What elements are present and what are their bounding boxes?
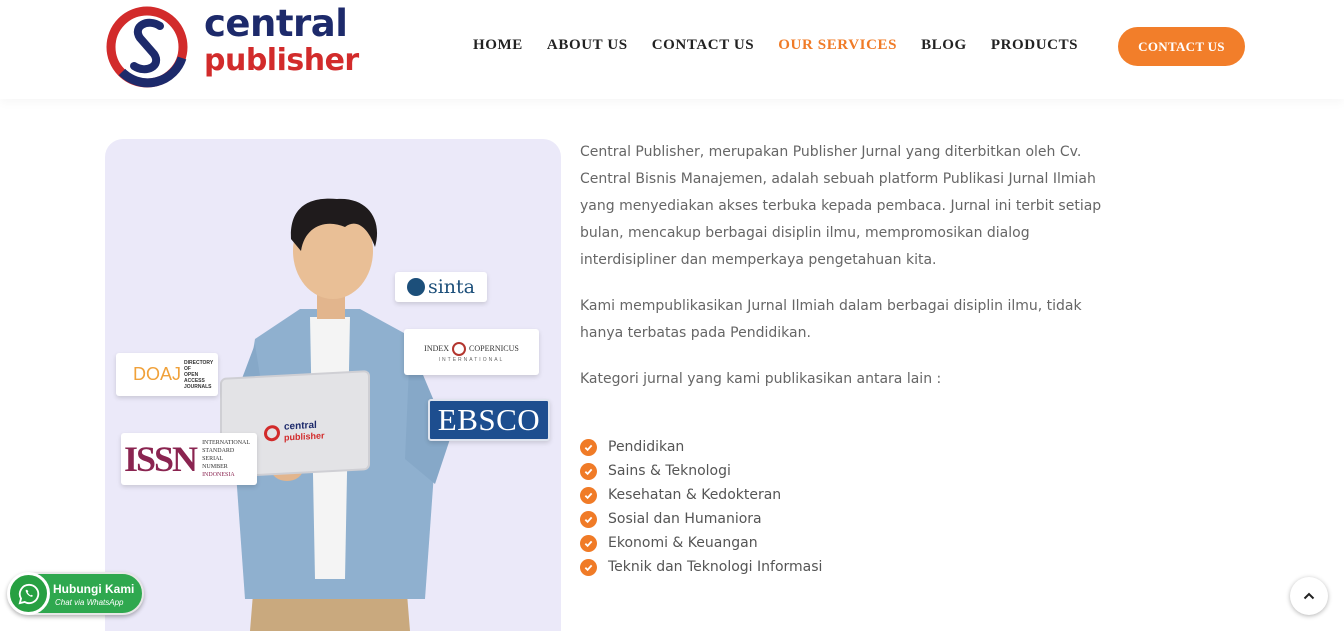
category-label: Ekonomi & Keuangan	[608, 535, 758, 551]
logo-mark-icon	[106, 6, 188, 88]
logo-line2: publisher	[204, 43, 359, 78]
sinta-label: sinta	[427, 276, 476, 298]
whatsapp-subtitle: Chat via WhatsApp	[55, 598, 124, 607]
list-item: Kesehatan & Kedokteran	[580, 483, 822, 507]
nav-about-us[interactable]: ABOUT US	[547, 37, 628, 54]
index-copernicus-line1: INDEX	[424, 344, 450, 353]
whatsapp-title: Hubungi Kami	[53, 582, 135, 596]
whatsapp-icon	[7, 572, 50, 615]
index-copernicus-badge: INDEX COPERNICUS INTERNATIONAL	[404, 329, 539, 375]
issn-line3: SERIAL	[202, 456, 224, 462]
whatsapp-chat-button[interactable]: Hubungi Kami Chat via WhatsApp	[7, 572, 144, 615]
doaj-badge: DOAJ DIRECTORY OF OPEN ACCESS JOURNALS	[116, 353, 218, 396]
issn-badge: ISSN INTERNATIONAL STANDARD SERIAL NUMBE…	[121, 433, 257, 485]
list-item: Sosial dan Humaniora	[580, 507, 822, 531]
nav-products[interactable]: PRODUCTS	[991, 37, 1078, 54]
list-item: Sains & Teknologi	[580, 459, 822, 483]
doaj-line2: OPEN ACCESS	[184, 371, 205, 384]
sinta-badge: sinta	[395, 272, 487, 302]
laptop-logo: central publisher	[264, 420, 325, 443]
intro-paragraph: Central Publisher, merupakan Publisher J…	[580, 144, 1102, 268]
category-label: Teknik dan Teknologi Informasi	[608, 559, 823, 575]
nav-blog[interactable]: BLOG	[921, 37, 967, 54]
category-label: Kesehatan & Kedokteran	[608, 487, 782, 503]
contact-us-button[interactable]: CONTACT US	[1118, 27, 1245, 66]
hero-image: central publisher sinta INDEX COPERNICUS…	[105, 139, 561, 631]
doaj-mark: DOAJ	[133, 364, 182, 384]
ebsco-badge: EBSCO	[428, 399, 550, 441]
index-copernicus-line3: INTERNATIONAL	[438, 356, 505, 363]
nav-our-services[interactable]: OUR SERVICES	[778, 37, 897, 54]
issn-line4: NUMBER	[202, 464, 228, 470]
doaj-line3: JOURNALS	[184, 383, 212, 390]
check-circle-icon	[580, 558, 597, 576]
category-list: Pendidikan Sains & Teknologi Kesehatan &…	[580, 435, 822, 579]
check-circle-icon	[580, 534, 597, 552]
categories-intro: Kategori jurnal yang kami publikasikan a…	[580, 371, 942, 387]
logo-line1: central	[204, 2, 348, 45]
category-label: Sosial dan Humaniora	[608, 511, 762, 527]
chevron-up-icon	[1303, 592, 1315, 600]
doaj-line1: DIRECTORY OF	[184, 359, 214, 372]
nav-home[interactable]: HOME	[473, 37, 523, 54]
back-to-top-button[interactable]	[1290, 577, 1328, 615]
site-logo[interactable]: central publisher	[104, 2, 369, 90]
category-label: Pendidikan	[608, 439, 685, 455]
laptop-logo-icon	[264, 424, 280, 442]
list-item: Pendidikan	[580, 435, 822, 459]
check-circle-icon	[580, 486, 597, 504]
logo-wordmark: central publisher	[204, 4, 359, 78]
laptop-logo-line2: publisher	[284, 430, 325, 443]
about-content: Central Publisher, merupakan Publisher J…	[580, 139, 1120, 576]
issn-line2: STANDARD	[202, 448, 235, 454]
check-circle-icon	[580, 438, 597, 456]
main-nav: HOME ABOUT US CONTACT US OUR SERVICES BL…	[473, 37, 1102, 54]
check-circle-icon	[580, 510, 597, 528]
index-copernicus-line2: COPERNICUS	[469, 344, 519, 353]
list-item: Teknik dan Teknologi Informasi	[580, 555, 822, 579]
issn-line1: INTERNATIONAL	[202, 440, 251, 446]
nav-contact-us[interactable]: CONTACT US	[652, 37, 755, 54]
issn-mark: ISSN	[124, 439, 198, 479]
category-label: Sains & Teknologi	[608, 463, 731, 479]
sinta-icon	[406, 278, 425, 296]
list-item: Ekonomi & Keuangan	[580, 531, 822, 555]
ebsco-label: EBSCO	[437, 402, 541, 437]
copernicus-icon	[452, 341, 467, 356]
site-header: central publisher HOME ABOUT US CONTACT …	[0, 0, 1344, 99]
scope-paragraph: Kami mempublikasikan Jurnal Ilmiah dalam…	[580, 298, 1082, 341]
issn-line5: INDONESIA	[202, 472, 235, 478]
check-circle-icon	[580, 462, 597, 480]
